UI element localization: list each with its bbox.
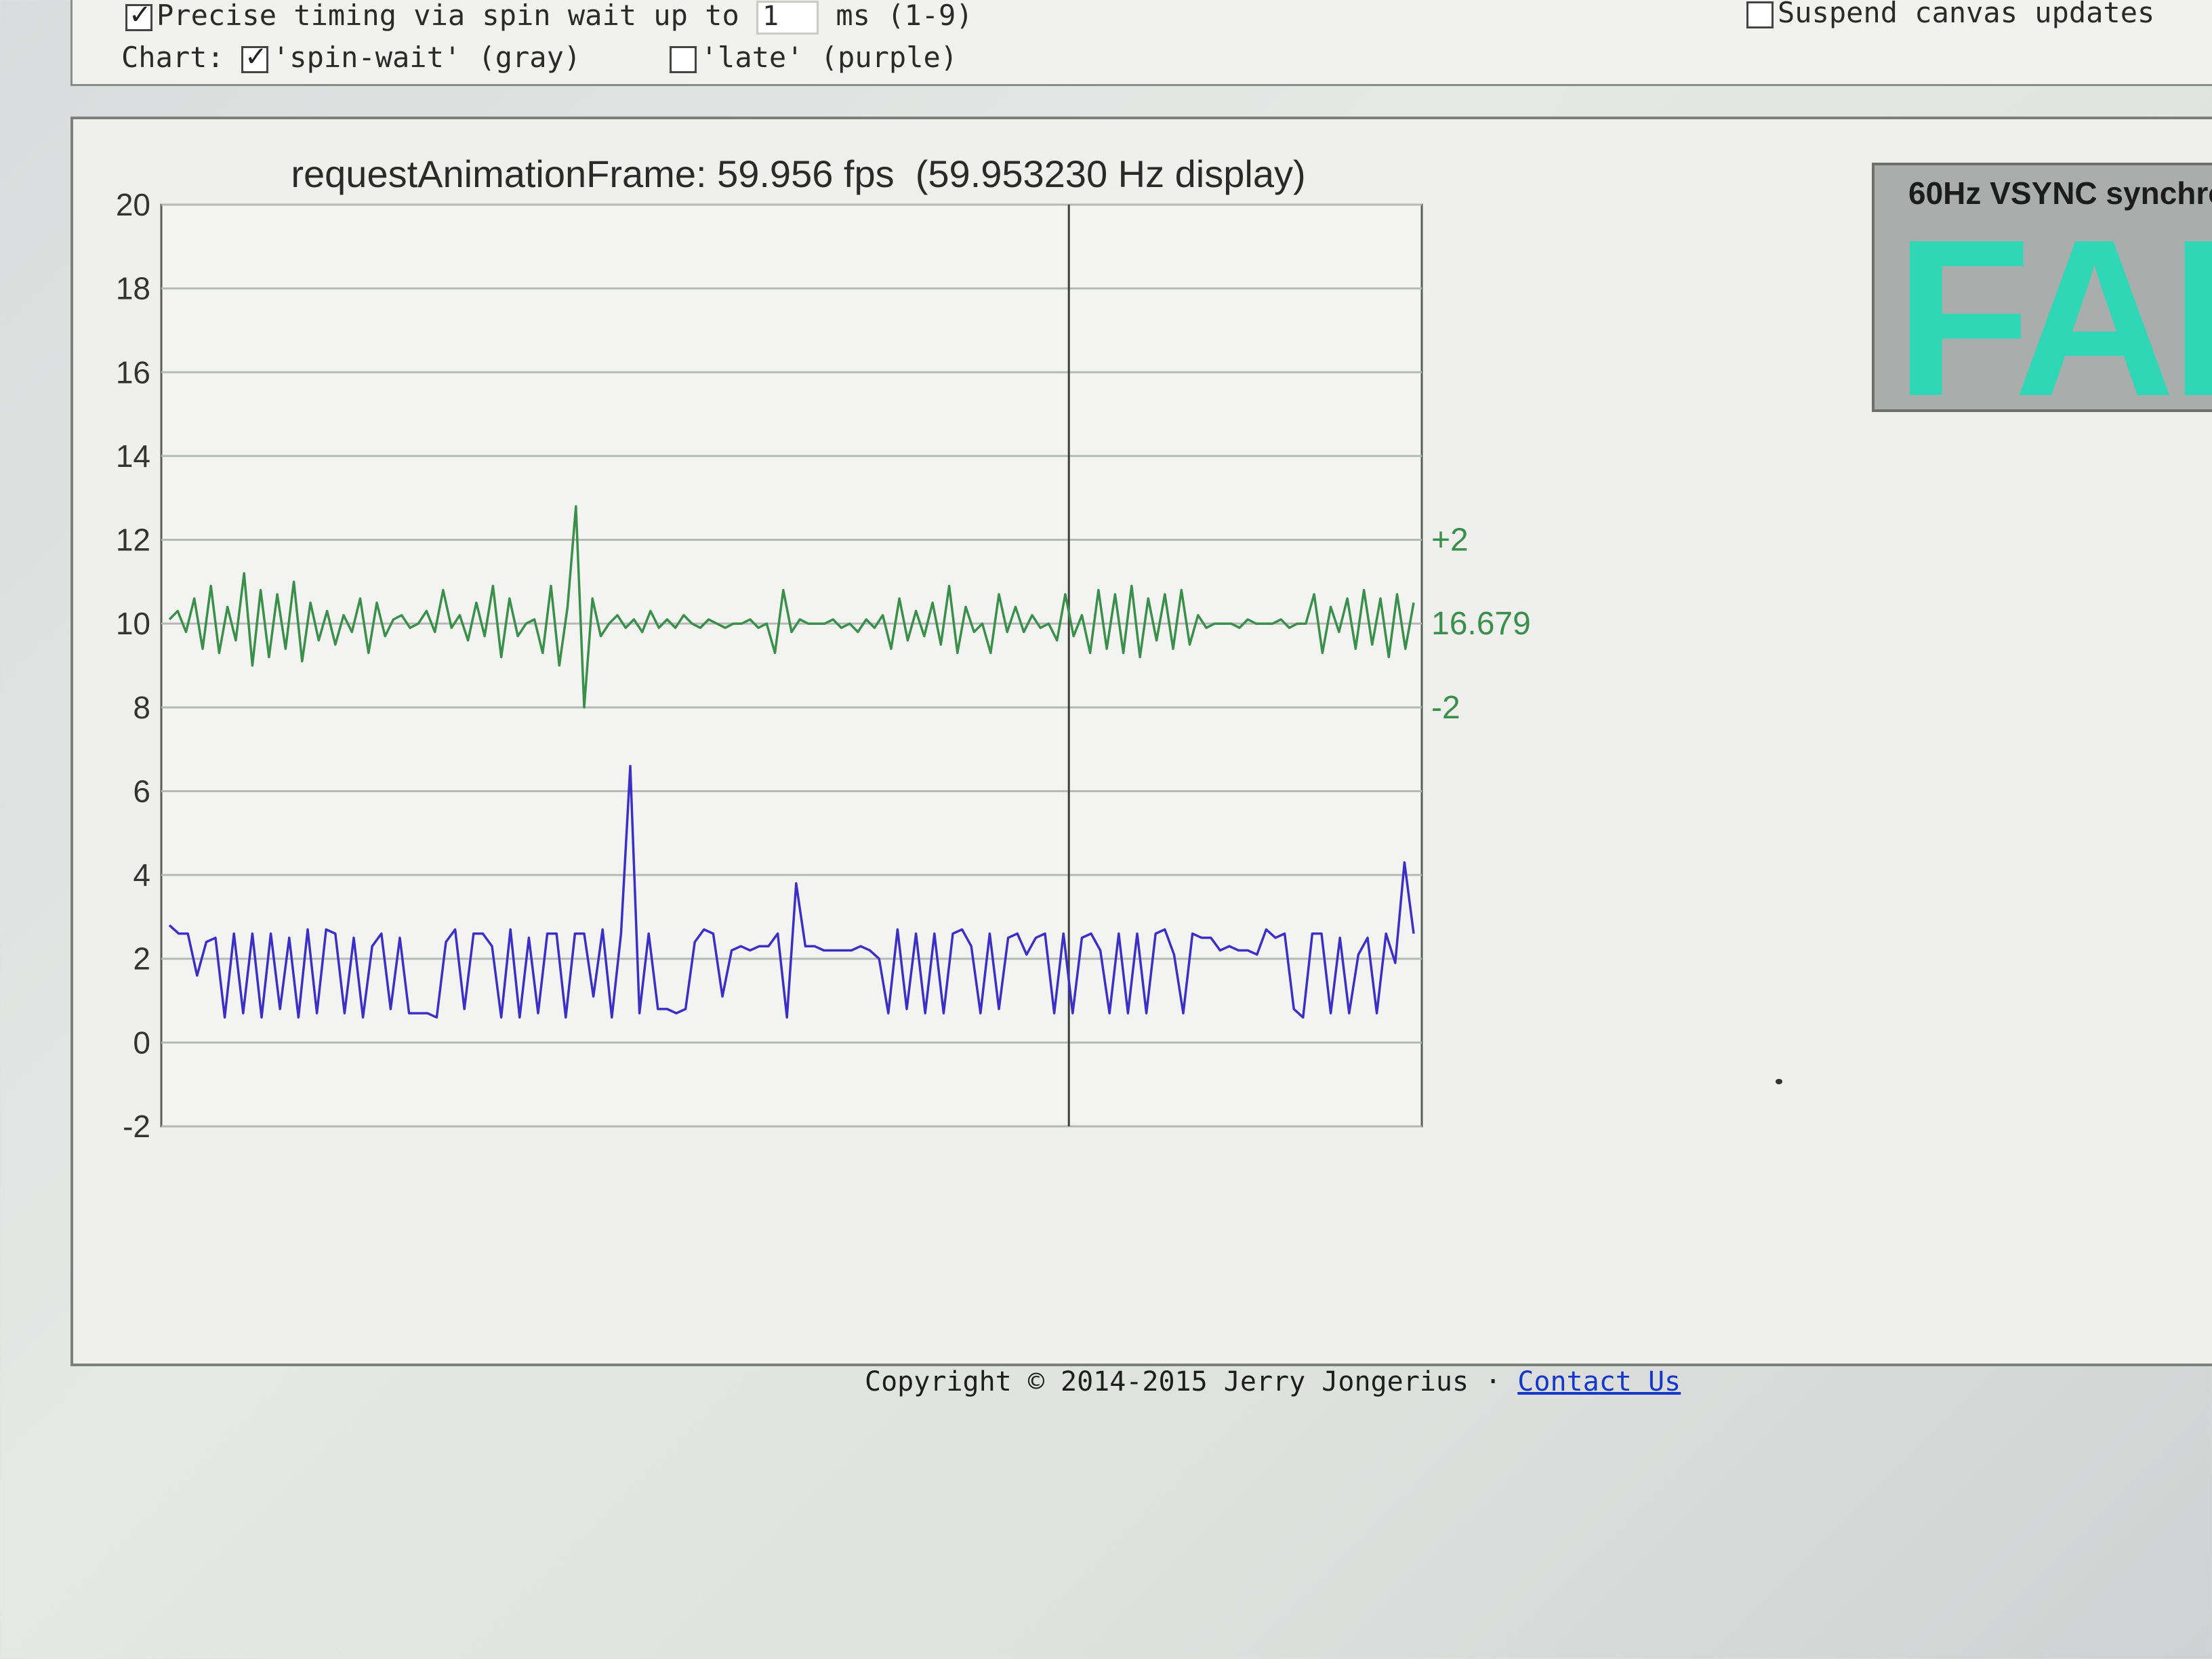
precise-timing-label: Precise timing via spin wait up to bbox=[157, 0, 739, 32]
late-series-checkbox[interactable] bbox=[669, 45, 697, 73]
suspend-row: Suspend canvas updates bbox=[1746, 0, 2154, 29]
y-tick-label: 4 bbox=[133, 857, 150, 893]
right-axis-label: +2 bbox=[1431, 523, 1469, 558]
y-tick-label: 16 bbox=[116, 354, 150, 390]
chart-options-row: Chart: 'spin-wait' (gray) 'late' (purple… bbox=[121, 41, 958, 74]
vsync-indicator: 60Hz VSYNC synchronized FAIL bbox=[1872, 163, 2212, 412]
controls-panel: Precise timing via spin wait up to 1 ms … bbox=[70, 0, 2212, 86]
y-tick-label: 14 bbox=[116, 438, 150, 474]
y-tick-label: 12 bbox=[116, 523, 150, 558]
chart-label: Chart: bbox=[121, 41, 224, 74]
fps-chart: 20181614121086420-2requestAnimationFrame… bbox=[116, 152, 1531, 1144]
suspend-canvas-label: Suspend canvas updates bbox=[1778, 0, 2155, 29]
precise-timing-checkbox[interactable] bbox=[125, 0, 152, 31]
precise-timing-row: Precise timing via spin wait up to 1 ms … bbox=[125, 0, 973, 35]
spin-wait-series-label: 'spin-wait' (gray) bbox=[272, 41, 581, 74]
y-tick-label: -2 bbox=[123, 1109, 150, 1144]
y-tick-label: 0 bbox=[133, 1025, 150, 1060]
y-tick-label: 18 bbox=[116, 271, 150, 306]
footer: Copyright © 2014-2015 Jerry Jongerius · … bbox=[865, 1366, 1681, 1397]
screen-speck bbox=[1776, 1079, 1782, 1084]
spin-wait-ms-unit: ms (1-9) bbox=[836, 0, 973, 32]
contact-us-link[interactable]: Contact Us bbox=[1517, 1366, 1681, 1397]
chart-title: requestAnimationFrame: 59.956 fps (59.95… bbox=[291, 152, 1305, 195]
suspend-canvas-checkbox[interactable] bbox=[1746, 1, 1774, 28]
y-tick-label: 10 bbox=[116, 606, 150, 641]
plot-area bbox=[160, 203, 1423, 1128]
right-axis-label: -2 bbox=[1431, 690, 1460, 726]
late-series-label: 'late' (purple) bbox=[700, 41, 958, 74]
copyright-text: Copyright © 2014-2015 Jerry Jongerius · bbox=[865, 1366, 1518, 1397]
y-tick-label: 8 bbox=[133, 690, 150, 725]
y-tick-label: 20 bbox=[116, 187, 150, 222]
y-tick-label: 6 bbox=[133, 773, 150, 808]
y-tick-label: 2 bbox=[133, 941, 150, 977]
right-axis-label: 16.679 bbox=[1431, 606, 1531, 642]
spin-wait-ms-input[interactable]: 1 bbox=[756, 0, 819, 35]
spin-wait-series-checkbox[interactable] bbox=[241, 41, 269, 73]
vsync-status: FAIL bbox=[1895, 192, 2212, 412]
